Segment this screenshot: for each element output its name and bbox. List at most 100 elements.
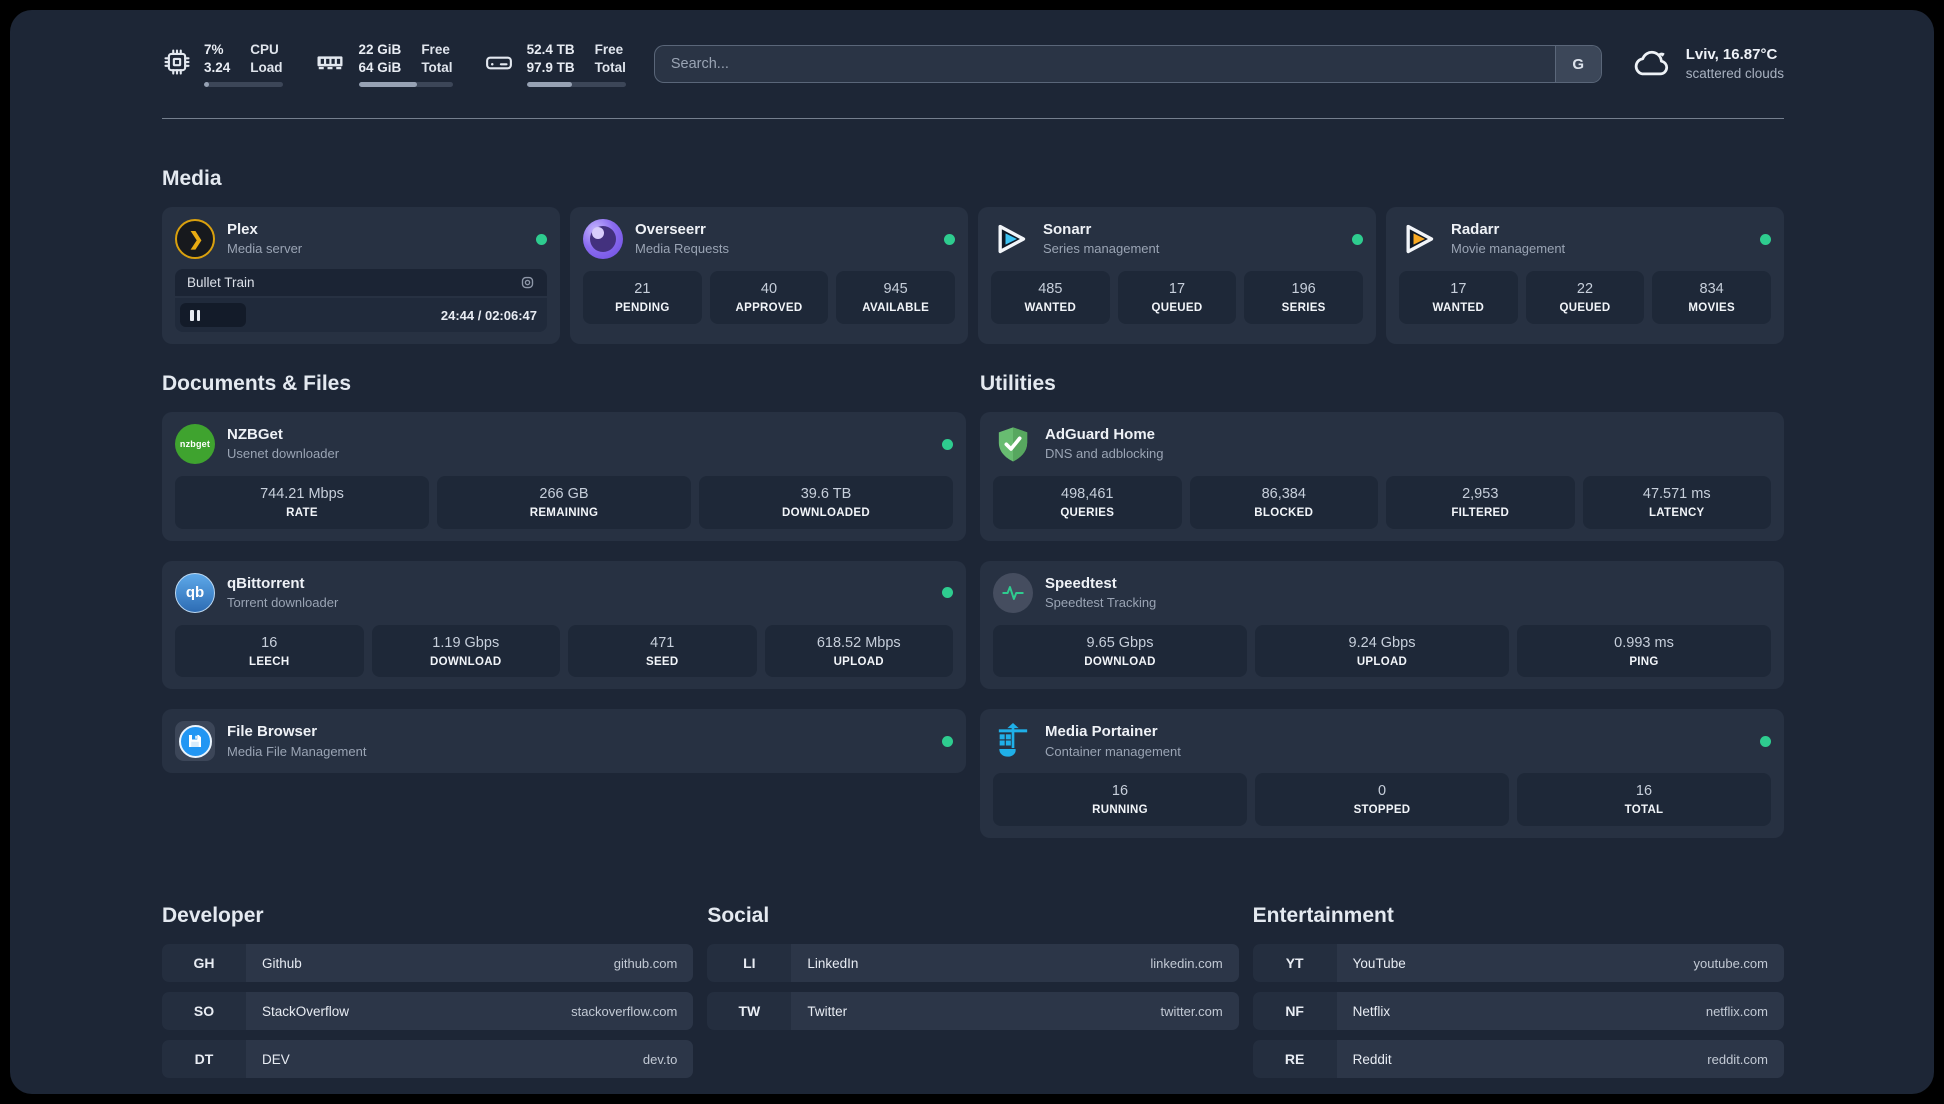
storage-widget: 52.4 TB 97.9 TB Free Total xyxy=(483,41,626,87)
bookmark-url: dev.to xyxy=(642,1051,678,1067)
cpu-usage-value: 7% xyxy=(204,42,224,58)
stat-box: 266 GB REMAINING xyxy=(437,476,691,529)
service-card-sonarr[interactable]: Sonarr Series management 485 WANTED 17 QUE… xyxy=(978,207,1376,344)
service-card-speedtest[interactable]: Speedtest Speedtest Tracking 9.65 Gbps DO… xyxy=(980,560,1784,690)
bookmark-linkedin[interactable]: LI LinkedIn linkedin.com xyxy=(707,944,1239,983)
bookmark-name: Twitter xyxy=(807,1003,848,1019)
sonarr-icon xyxy=(991,219,1031,259)
service-card-overseerr[interactable]: Overseerr Media Requests 21 PENDING 40 APP… xyxy=(570,207,968,344)
stat-box: 16 RUNNING xyxy=(993,773,1247,827)
memory-icon xyxy=(313,47,347,82)
bookmark-twitter[interactable]: TW Twitter twitter.com xyxy=(707,992,1239,1031)
memory-free-value: 22 GiB xyxy=(358,42,402,58)
stat-box: 2,953 FILTERED xyxy=(1386,476,1575,529)
service-card-filebrowser[interactable]: File Browser Media File Management xyxy=(162,709,966,774)
bookmark-github[interactable]: GH Github github.com xyxy=(162,944,694,983)
status-dot xyxy=(536,233,547,245)
stat-box: 9.65 Gbps DOWNLOAD xyxy=(993,624,1247,678)
disk-icon xyxy=(483,47,515,82)
bookmark-abbr: TW xyxy=(707,992,792,1031)
service-card-adguard[interactable]: AdGuard Home DNS and adblocking 498,461 Q… xyxy=(980,412,1784,541)
memory-widget: 22 GiB 64 GiB Free Total xyxy=(313,41,453,87)
bookmark-abbr: NF xyxy=(1252,992,1337,1031)
service-name: Plex xyxy=(227,221,258,239)
service-name: File Browser xyxy=(227,723,318,741)
bookmark-abbr: RE xyxy=(1252,1040,1337,1079)
settings-icon[interactable] xyxy=(520,275,535,290)
service-desc: Usenet downloader xyxy=(227,446,340,462)
bookmark-abbr: LI xyxy=(707,944,792,983)
service-name: NZBGet xyxy=(227,426,283,444)
section-title-media: Media xyxy=(162,167,222,190)
cpu-load-label: Load xyxy=(250,60,283,75)
dashboard-panel: 7% 3.24 CPU Load 22 GiB 64 GiB Free Tota… xyxy=(10,10,1934,1094)
bookmark-netflix[interactable]: NF Netflix netflix.com xyxy=(1252,992,1784,1031)
plex-now-playing: Bullet Train 24:44 / 02:06:47 xyxy=(175,269,547,332)
cloud-icon xyxy=(1630,45,1674,84)
section-title-documents: Documents & Files xyxy=(162,372,352,395)
cpu-progress-bar xyxy=(204,81,283,87)
stat-box: 618.52 Mbps UPLOAD xyxy=(764,624,953,678)
search-input[interactable] xyxy=(654,46,1555,82)
status-dot xyxy=(942,587,953,599)
status-dot xyxy=(942,735,953,747)
stat-box: 39.6 TB DOWNLOADED xyxy=(699,476,953,529)
filebrowser-icon xyxy=(175,721,215,762)
service-name: qBittorrent xyxy=(227,574,305,592)
service-name: Speedtest xyxy=(1045,574,1117,592)
weather-location: Lviv, 16.87°C xyxy=(1685,46,1778,64)
pause-button[interactable] xyxy=(180,303,246,327)
section-title-developer: Developer xyxy=(162,904,264,928)
service-desc: Movie management xyxy=(1451,241,1566,257)
stat-box: 196 SERIES xyxy=(1244,271,1363,324)
weather-widget: Lviv, 16.87°C scattered clouds xyxy=(1630,45,1784,84)
cpu-widget: 7% 3.24 CPU Load xyxy=(162,41,283,87)
service-desc: Media server xyxy=(227,241,303,257)
stat-box: 16 LEECH xyxy=(175,624,364,678)
cpu-load-value: 3.24 xyxy=(204,60,231,75)
stat-box: 1.19 Gbps DOWNLOAD xyxy=(371,624,560,678)
memory-total-label: Total xyxy=(421,60,453,75)
stat-box: 16 TOTAL xyxy=(1517,773,1771,827)
section-title-social: Social xyxy=(707,904,770,928)
service-desc: Media Requests xyxy=(635,241,729,257)
service-card-plex[interactable]: ❯ Plex Media server Bullet Train 24:44 /… xyxy=(162,207,560,344)
bookmark-dev[interactable]: DT DEV dev.to xyxy=(162,1040,694,1079)
speedtest-icon xyxy=(993,572,1033,613)
header-divider xyxy=(162,118,1784,119)
bookmark-url: stackoverflow.com xyxy=(571,1003,678,1019)
utilities-column: Utilities AdGuard Home DNS and adblockin… xyxy=(980,372,1784,839)
service-desc: DNS and adblocking xyxy=(1045,446,1164,462)
bookmark-stackoverflow[interactable]: SO StackOverflow stackoverflow.com xyxy=(162,992,694,1031)
stat-box: 498,461 QUERIES xyxy=(993,476,1182,529)
service-desc: Speedtest Tracking xyxy=(1045,595,1157,611)
service-name: Sonarr xyxy=(1043,221,1092,239)
stat-box: 22 QUEUED xyxy=(1525,271,1645,324)
service-card-portainer[interactable]: Media Portainer Container management 16 R… xyxy=(980,709,1784,839)
search-provider-button[interactable]: G xyxy=(1554,46,1601,82)
storage-free-value: 52.4 TB xyxy=(526,42,575,58)
overseerr-icon xyxy=(583,219,623,259)
bookmark-youtube[interactable]: YT YouTube youtube.com xyxy=(1252,944,1784,983)
bookmark-name: LinkedIn xyxy=(807,955,859,971)
bookmark-abbr: SO xyxy=(162,992,246,1031)
service-card-nzbget[interactable]: nzbget NZBGet Usenet downloader 744.21 M… xyxy=(162,412,966,541)
status-dot xyxy=(1760,233,1771,245)
storage-progress-bar xyxy=(526,81,626,87)
service-desc: Torrent downloader xyxy=(227,595,339,611)
qbittorrent-icon: qb xyxy=(175,572,215,613)
weather-condition: scattered clouds xyxy=(1685,65,1784,81)
nzbget-icon: nzbget xyxy=(175,424,215,464)
service-name: Overseerr xyxy=(635,221,706,239)
media-cards-row: ❯ Plex Media server Bullet Train 24:44 /… xyxy=(162,207,1784,344)
bookmark-url: github.com xyxy=(613,955,678,971)
adguard-icon xyxy=(993,424,1033,464)
storage-total-value: 97.9 TB xyxy=(526,60,575,75)
service-card-qbittorrent[interactable]: qb qBittorrent Torrent downloader 16 LEEC… xyxy=(162,560,966,690)
stat-box: 0 STOPPED xyxy=(1255,773,1509,827)
service-desc: Container management xyxy=(1045,743,1181,759)
service-card-radarr[interactable]: Radarr Movie management 17 WANTED 22 QUEUE… xyxy=(1386,207,1784,344)
stat-box: 485 WANTED xyxy=(991,271,1110,324)
bookmark-reddit[interactable]: RE Reddit reddit.com xyxy=(1252,1040,1784,1079)
stat-box: 471 SEED xyxy=(568,624,757,678)
